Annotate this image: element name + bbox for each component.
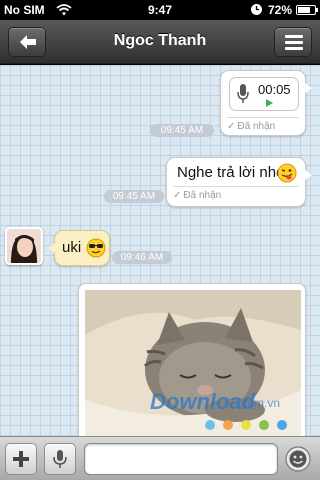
voice-duration: 00:05 [258,82,291,97]
timestamp: 09:45 AM [150,124,214,137]
hamburger-menu-icon [285,35,303,50]
arrow-left-icon [20,35,36,49]
message-text-field[interactable] [84,443,278,475]
battery-icon [296,5,318,15]
timestamp: 09:45 AM [104,190,164,203]
message-text: uki [62,239,82,256]
tongue-out-wink-emoji [277,163,297,183]
plus-icon [13,451,29,467]
voice-player[interactable]: 00:05 [229,77,299,111]
divider [227,117,299,118]
smiley-icon[interactable] [284,445,312,473]
attach-button[interactable] [5,443,37,475]
check-icon: ✓ [227,121,236,132]
message-input-bar [0,436,320,480]
back-button[interactable] [8,27,46,57]
divider [173,186,299,187]
incoming-text-bubble[interactable]: uki [48,230,110,266]
check-icon: ✓ [173,190,182,201]
timestamp: 09:46 AM [112,251,172,264]
battery-percent: 72% [268,3,293,17]
menu-button[interactable] [274,27,312,57]
sunglasses-emoji [86,238,106,258]
contact-avatar[interactable] [5,227,43,265]
chat-area[interactable]: 00:05 ✓ Đã nhận 09:45 AM Nghe trả lời nhe… [0,65,320,436]
voice-record-button[interactable] [44,443,76,475]
watermark-suffix: .com.vn [238,396,281,410]
outgoing-text-bubble[interactable]: Nghe trả lời nhe ✓ Đã nhận [166,157,312,207]
watermark-dots [205,420,287,430]
message-text: Nghe trả lời nhe [177,164,285,181]
delivery-status: ✓ Đã nhận [173,190,222,201]
delivery-status: ✓ Đã nhận [227,121,276,132]
contact-name-title: Ngoc Thanh [113,32,207,49]
microphone-icon [237,84,249,103]
play-icon[interactable] [266,99,273,107]
microphone-icon [53,450,67,468]
alarm-icon [251,4,262,15]
navigation-bar: Ngoc Thanh [0,20,320,64]
voice-message-bubble[interactable]: 00:05 ✓ Đã nhận [220,70,312,136]
status-bar: No SIM 9:47 72% [0,0,320,20]
